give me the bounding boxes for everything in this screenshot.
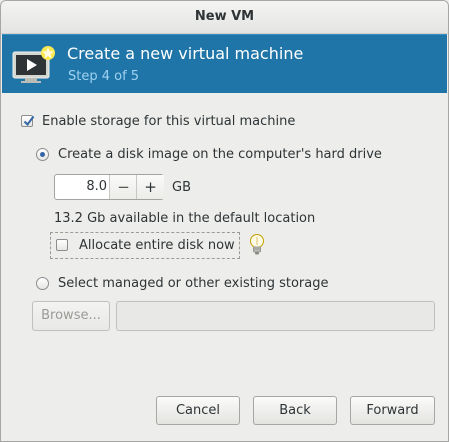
create-disk-radio[interactable]: [36, 148, 49, 161]
storage-path-field[interactable]: [116, 301, 435, 331]
disk-size-spinner[interactable]: 8.0 − +: [54, 174, 164, 200]
disk-size-input[interactable]: 8.0: [55, 175, 107, 199]
radio-selected-dot: [40, 152, 45, 157]
allocate-disk-label[interactable]: Allocate entire disk now: [79, 238, 235, 253]
wizard-banner: Create a new virtual machine Step 4 of 5: [2, 34, 447, 93]
create-disk-label[interactable]: Create a disk image on the computer's ha…: [58, 147, 382, 162]
enable-storage-checkbox[interactable]: [21, 115, 35, 127]
available-space-text: 13.2 Gb available in the default locatio…: [54, 211, 316, 226]
cancel-button[interactable]: Cancel: [156, 396, 240, 425]
banner-title: Create a new virtual machine: [67, 44, 304, 63]
new-vm-dialog: New VM Create a new virtual machine Step…: [0, 0, 449, 442]
allocate-disk-checkbox[interactable]: [56, 239, 68, 251]
managed-storage-label[interactable]: Select managed or other existing storage: [58, 276, 328, 291]
enable-storage-label[interactable]: Enable storage for this virtual machine: [42, 114, 295, 129]
disk-size-unit: GB: [172, 180, 191, 195]
window-title: New VM: [1, 1, 448, 34]
checkmark-icon: [23, 115, 35, 127]
forward-button[interactable]: Forward: [350, 396, 435, 425]
decrement-button[interactable]: −: [109, 175, 137, 199]
vm-monitor-icon: [11, 44, 57, 86]
back-button[interactable]: Back: [253, 396, 337, 425]
lightbulb-icon[interactable]: [248, 233, 266, 261]
step-indicator: Step 4 of 5: [68, 69, 140, 84]
managed-storage-radio[interactable]: [36, 277, 49, 290]
increment-button[interactable]: +: [136, 175, 164, 199]
browse-button[interactable]: Browse...: [32, 301, 110, 331]
